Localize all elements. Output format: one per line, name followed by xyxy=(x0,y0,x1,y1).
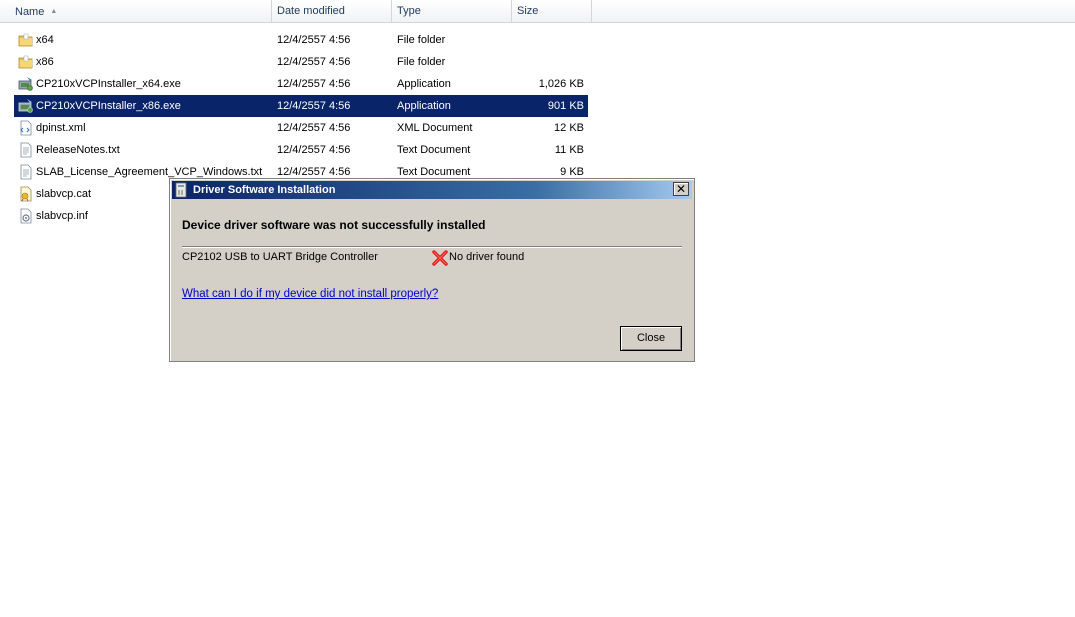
file-size: 901 KB xyxy=(547,100,584,112)
device-name: CP2102 USB to UART Bridge Controller xyxy=(182,251,378,263)
installer-icon xyxy=(18,77,33,91)
column-header-size-label: Size xyxy=(517,5,539,17)
text-file-icon xyxy=(20,164,32,180)
file-row-dpinst-xml[interactable]: dpinst.xml 12/4/2557 4:56 XML Document 1… xyxy=(14,117,588,139)
file-size: 12 KB xyxy=(554,122,584,134)
sort-ascending-icon: ▲ xyxy=(50,8,58,15)
column-header-row: Name ▲ Date modified Type Size xyxy=(0,0,1075,23)
file-name: x64 xyxy=(36,34,54,46)
file-explorer: Name ▲ Date modified Type Size x64 12/4/2… xyxy=(0,0,1075,617)
dialog-title: Driver Software Installation xyxy=(193,184,336,196)
column-header-name[interactable]: Name ▲ xyxy=(10,0,272,22)
error-x-icon xyxy=(432,250,448,266)
column-header-type[interactable]: Type xyxy=(392,0,512,22)
column-header-name-label: Name xyxy=(15,6,45,18)
file-name: ReleaseNotes.txt xyxy=(36,144,120,156)
folder-icon xyxy=(18,55,33,69)
file-row-x64[interactable]: x64 12/4/2557 4:56 File folder xyxy=(14,29,588,51)
file-type: File folder xyxy=(397,56,446,68)
xml-file-icon xyxy=(20,120,32,136)
help-link[interactable]: What can I do if my device did not insta… xyxy=(182,288,438,300)
column-header-size[interactable]: Size xyxy=(512,0,592,22)
dialog-titlebar[interactable]: Driver Software Installation ✕ xyxy=(172,181,692,199)
close-button[interactable]: Close xyxy=(620,326,682,351)
file-row-x86[interactable]: x86 12/4/2557 4:56 File folder xyxy=(14,51,588,73)
catalog-file-icon xyxy=(20,186,32,202)
file-name: slabvcp.cat xyxy=(36,188,92,200)
file-type: File folder xyxy=(397,34,446,46)
driver-status: No driver found xyxy=(449,251,525,263)
device-installer-icon xyxy=(175,182,187,198)
file-date: 12/4/2557 4:56 xyxy=(277,100,351,112)
file-name: CP210xVCPInstaller_x86.exe xyxy=(36,100,181,112)
file-name: x86 xyxy=(36,56,54,68)
dialog-heading: Device driver software was not successfu… xyxy=(182,218,486,232)
file-name: dpinst.xml xyxy=(36,122,86,134)
dialog-divider xyxy=(182,246,682,247)
column-header-date-modified[interactable]: Date modified xyxy=(272,0,392,22)
file-date: 12/4/2557 4:56 xyxy=(277,34,351,46)
close-icon: ✕ xyxy=(675,182,687,196)
close-button-label: Close xyxy=(636,332,666,344)
file-name: slabvcp.inf xyxy=(36,210,88,222)
file-name: CP210xVCPInstaller_x64.exe xyxy=(36,78,181,90)
file-row-installer-x64[interactable]: CP210xVCPInstaller_x64.exe 12/4/2557 4:5… xyxy=(14,73,588,95)
setup-info-file-icon xyxy=(20,208,32,224)
file-type: XML Document xyxy=(397,122,473,134)
file-type: Application xyxy=(397,78,451,90)
file-date: 12/4/2557 4:56 xyxy=(277,78,351,90)
installer-icon xyxy=(18,99,33,113)
file-row-release-notes[interactable]: ReleaseNotes.txt 12/4/2557 4:56 Text Doc… xyxy=(14,139,588,161)
column-header-type-label: Type xyxy=(397,5,421,17)
file-size: 1,026 KB xyxy=(538,78,584,90)
file-date: 12/4/2557 4:56 xyxy=(277,56,351,68)
file-size: 11 KB xyxy=(554,144,584,156)
file-row-installer-x86[interactable]: CP210xVCPInstaller_x86.exe 12/4/2557 4:5… xyxy=(14,95,588,117)
file-type: Text Document xyxy=(397,144,471,156)
driver-installation-dialog: Driver Software Installation ✕ Device dr… xyxy=(169,178,695,362)
file-date: 12/4/2557 4:56 xyxy=(277,144,351,156)
titlebar-close-button[interactable]: ✕ xyxy=(673,182,689,196)
column-header-date-label: Date modified xyxy=(277,5,345,17)
file-date: 12/4/2557 4:56 xyxy=(277,122,351,134)
file-type: Application xyxy=(397,100,451,112)
folder-icon xyxy=(18,33,33,47)
text-file-icon xyxy=(20,142,32,158)
